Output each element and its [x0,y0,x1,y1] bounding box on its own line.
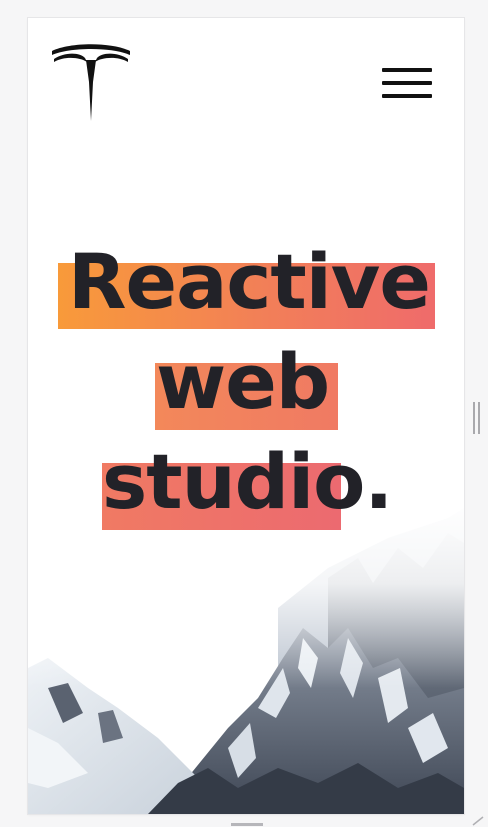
browser-stage: Reactive web studio. [0,0,488,827]
hero-section: Reactive web studio. [28,18,464,814]
side-resize-handle[interactable] [473,402,481,434]
resize-corner-icon[interactable] [472,816,484,826]
hero-headline-line-1: Reactive [68,237,431,326]
bottom-resize-handle[interactable] [231,823,263,826]
hero-headline-line-2: web [156,337,330,426]
handle-line [473,402,475,434]
page-viewport: Reactive web studio. [28,18,464,814]
handle-line [478,402,480,434]
hero-headline-line-3: studio. [102,437,393,526]
